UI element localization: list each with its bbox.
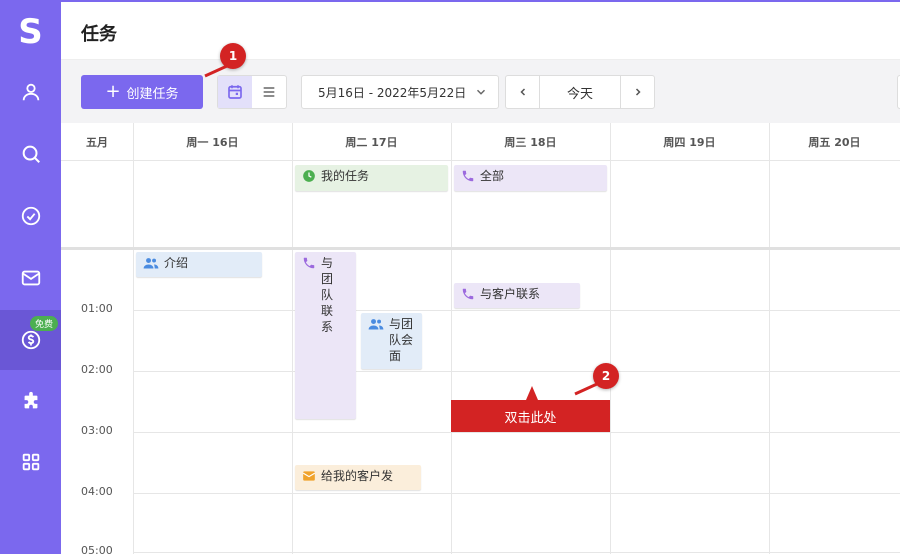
event-title-char: 系 — [321, 320, 334, 334]
callout-pointer-1 — [204, 64, 228, 78]
mail-icon — [21, 270, 40, 286]
double-click-tooltip: 双击此处 — [451, 400, 610, 432]
grid-icon — [22, 453, 39, 471]
day-header: 周五 20日 — [769, 123, 900, 161]
create-task-button[interactable]: + 创建任务 — [81, 75, 203, 109]
event-title: 我的任务 — [321, 169, 370, 183]
event-team-meeting[interactable]: 与团 队会 面 — [361, 313, 422, 369]
grid-line — [292, 123, 293, 554]
page-title: 任务 — [81, 24, 117, 45]
phone-icon — [462, 288, 474, 300]
sidebar-item-contacts[interactable] — [0, 62, 61, 122]
event-title-line: 队会 — [389, 333, 414, 347]
event-title: 与团 队会 面 — [389, 316, 413, 364]
calendar-icon — [228, 85, 242, 99]
week-calendar: 五月 周一 16日 周二 17日 周三 18日 周四 19日 周五 20日 01… — [61, 123, 900, 554]
check-circle-icon — [21, 206, 40, 226]
event-contact-team[interactable]: 与 团 队 联 系 — [295, 252, 356, 419]
event-title-char: 团 — [321, 272, 334, 286]
hour-line — [133, 552, 900, 553]
grid-line — [451, 123, 452, 554]
event-title-line: 与团 — [389, 317, 414, 331]
chevron-right-icon — [635, 88, 641, 96]
sidebar-item-deals[interactable]: 免费 — [0, 310, 61, 370]
next-week-button[interactable] — [621, 76, 654, 108]
date-range-select[interactable]: 5月16日 - 2022年5月22日 — [301, 75, 499, 109]
grid-line — [769, 123, 770, 554]
search-icon — [22, 145, 40, 163]
create-task-label: 创建任务 — [126, 86, 179, 102]
day-header: 周二 17日 — [292, 123, 451, 161]
list-icon — [263, 87, 275, 97]
person-icon — [22, 83, 39, 101]
envelope-icon — [302, 471, 316, 481]
grid-line — [133, 123, 134, 554]
event-title-char: 队 — [321, 288, 334, 302]
allday-event-my-tasks[interactable]: 我的任务 — [295, 165, 448, 191]
sidebar-item-mail[interactable] — [0, 248, 61, 308]
event-title-char: 与 — [321, 256, 334, 270]
hour-line — [133, 493, 900, 494]
prev-week-button[interactable] — [506, 76, 539, 108]
date-nav: 今天 — [505, 75, 655, 109]
app-logo[interactable]: S — [0, 12, 61, 52]
event-email-client[interactable]: 给我的客户发 — [295, 465, 421, 490]
chevron-down-icon — [476, 89, 486, 95]
event-title: 给我的客户发 — [321, 469, 394, 483]
clock-icon — [303, 170, 315, 182]
allday-event-all[interactable]: 全部 — [454, 165, 607, 191]
sidebar-item-integrations[interactable] — [0, 372, 61, 432]
list-view-button[interactable] — [252, 76, 286, 108]
date-range-value: 5月16日 - 2022年5月22日 — [318, 85, 467, 100]
callout-pointer-2 — [574, 382, 598, 396]
people-icon — [143, 258, 159, 269]
event-contact-client[interactable]: 与客户联系 — [454, 283, 580, 308]
hour-line — [133, 432, 900, 433]
month-label: 五月 — [61, 123, 133, 161]
event-title-char: 联 — [321, 304, 334, 318]
calendar-view-button[interactable] — [218, 76, 252, 108]
chevron-left-icon — [519, 88, 525, 96]
sidebar-item-search[interactable] — [0, 124, 61, 184]
tooltip-arrow — [526, 386, 538, 400]
allday-separator — [61, 247, 900, 250]
time-label: 03:00 — [81, 424, 113, 437]
people-icon — [368, 319, 384, 330]
grid-line — [610, 123, 611, 554]
plus-icon: + — [105, 81, 121, 102]
view-toggle — [217, 75, 287, 109]
sidebar-item-tasks[interactable] — [0, 186, 61, 246]
time-label: 02:00 — [81, 363, 113, 376]
sidebar: S 免费 — [0, 0, 61, 554]
free-badge: 免费 — [30, 316, 59, 331]
event-title-line: 面 — [389, 349, 402, 363]
dollar-circle-icon — [21, 330, 40, 350]
event-title: 与客户联系 — [480, 287, 541, 301]
event-title: 全部 — [480, 169, 505, 183]
day-header: 周一 16日 — [133, 123, 292, 161]
day-header: 周四 19日 — [610, 123, 769, 161]
event-title: 介绍 — [164, 256, 189, 270]
hour-line — [133, 371, 900, 372]
time-label: 01:00 — [81, 302, 113, 315]
day-header: 周三 18日 — [451, 123, 610, 161]
time-label: 05:00 — [81, 544, 113, 554]
time-label: 04:00 — [81, 485, 113, 498]
phone-icon — [303, 257, 315, 269]
puzzle-icon — [24, 391, 37, 409]
toolbar: + 创建任务 5月16日 - 2022年5月22日 今天 — [61, 60, 900, 123]
phone-icon — [462, 170, 474, 182]
hour-line — [133, 310, 900, 311]
today-button[interactable]: 今天 — [539, 76, 621, 108]
event-introduction[interactable]: 介绍 — [136, 252, 262, 277]
event-title: 与 团 队 联 系 — [321, 255, 333, 335]
page-header: 任务 — [61, 2, 900, 60]
sidebar-item-apps[interactable] — [0, 432, 61, 492]
